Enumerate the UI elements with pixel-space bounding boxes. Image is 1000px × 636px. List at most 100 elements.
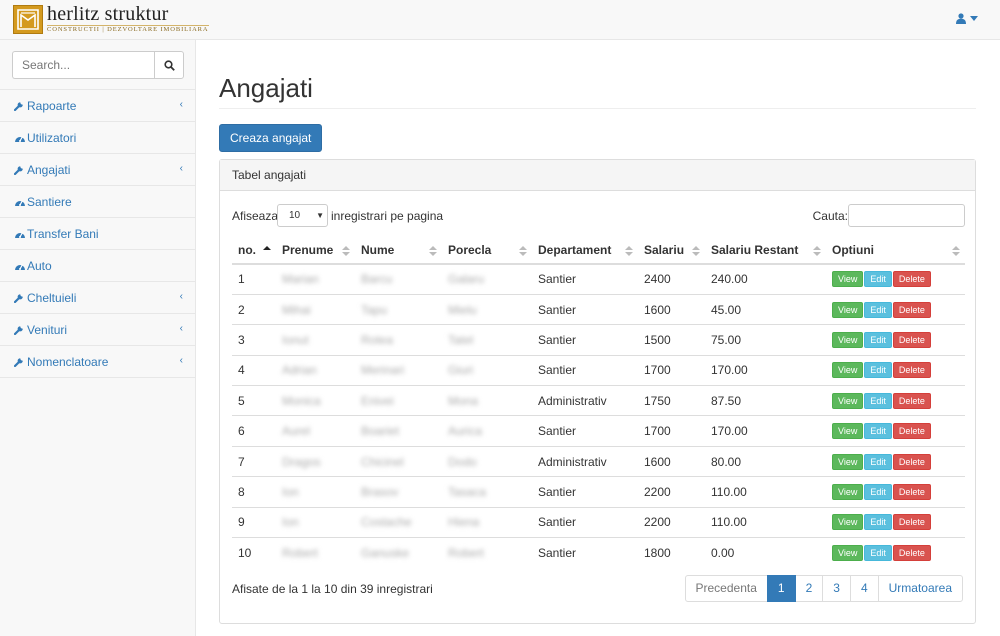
table-row: 10 Robert Ganuske Robert Santier 1800 0.00 View…: [232, 537, 965, 568]
column-header-4[interactable]: Departament: [532, 237, 638, 265]
cell-nume-value: Costache: [361, 515, 412, 530]
view-button[interactable]: View: [832, 483, 864, 500]
cell-nume-value: Merinari: [361, 363, 405, 378]
pagination-page-1[interactable]: 1: [766, 575, 796, 602]
edit-button[interactable]: Edit: [864, 483, 892, 500]
cell-actions: View Edit Delete: [826, 537, 965, 568]
cell-porecla: Mielu: [442, 293, 532, 325]
cell-salariu: 1750: [638, 385, 705, 416]
pagination: Precedenta 1 2 3 4 Urmatoarea: [684, 575, 963, 602]
length-suffix: inregistrari pe pagina: [331, 209, 444, 223]
view-button[interactable]: View: [832, 362, 864, 379]
cell-salariu: 2200: [638, 506, 705, 538]
edit-button[interactable]: Edit: [864, 423, 892, 440]
cell-salariu-restant: 0.00: [705, 537, 826, 568]
edit-button[interactable]: Edit: [864, 453, 892, 470]
pagination-page-2[interactable]: 2: [794, 575, 824, 602]
delete-button[interactable]: Delete: [892, 392, 931, 409]
column-header-7[interactable]: Optiuni: [826, 237, 965, 265]
column-header-0[interactable]: no.: [232, 237, 276, 265]
employees-table: no. Prenume Nume Porecla Departament Salariu S…: [232, 237, 965, 568]
sidebar-item-utilizatori[interactable]: Utilizatori: [0, 122, 195, 154]
sidebar-item-auto[interactable]: Auto: [0, 250, 195, 282]
delete-button[interactable]: Delete: [892, 362, 931, 379]
cell-salariu: 2400: [644, 272, 671, 287]
cell-salariu-restant: 110.00: [705, 476, 826, 508]
cell-prenume: Ionut: [276, 324, 355, 356]
view-button[interactable]: View: [832, 331, 864, 348]
employees-panel: Tabel angajati Afiseaza 10 ▼ inregistrar…: [219, 159, 976, 624]
top-navbar: herlitz struktur CONSTRUCTII | DEZVOLTAR…: [0, 0, 1000, 40]
edit-button[interactable]: Edit: [864, 392, 892, 409]
sidebar-item-angajati[interactable]: Angajati ‹: [0, 154, 195, 186]
cell-porecla-value: Tatel: [448, 332, 474, 347]
view-button[interactable]: View: [832, 301, 864, 318]
pagination-next[interactable]: Urmatoarea: [877, 575, 963, 602]
column-header-6[interactable]: Salariu Restant: [705, 237, 826, 265]
delete-button[interactable]: Delete: [892, 271, 931, 288]
user-menu-dropdown[interactable]: [956, 13, 978, 24]
create-employee-button[interactable]: Creaza angajat: [219, 124, 323, 152]
view-button[interactable]: View: [832, 544, 864, 561]
delete-button[interactable]: Delete: [892, 423, 931, 440]
sidebar-search-input[interactable]: [12, 51, 154, 79]
chevron-left-icon: ‹: [179, 99, 183, 110]
sidebar-item-rapoarte[interactable]: Rapoarte ‹: [0, 90, 195, 122]
sidebar-search-button[interactable]: [154, 51, 184, 79]
page-length-select[interactable]: 10 ▼: [277, 204, 328, 227]
cell-nume: Brasov: [355, 476, 442, 508]
view-button[interactable]: View: [832, 423, 864, 440]
brand-logo[interactable]: herlitz struktur CONSTRUCTII | DEZVOLTAR…: [13, 4, 209, 34]
cell-prenume-value: Aurel: [282, 424, 311, 439]
column-header-3[interactable]: Porecla: [442, 237, 532, 265]
delete-button[interactable]: Delete: [892, 514, 931, 531]
chevron-left-icon: ‹: [179, 163, 183, 174]
sidebar-item-cheltuieli[interactable]: Cheltuieli ‹: [0, 282, 195, 314]
view-button[interactable]: View: [832, 453, 864, 470]
cell-prenume: Aurel: [276, 415, 355, 447]
column-header-5[interactable]: Salariu: [638, 237, 705, 265]
delete-button[interactable]: Delete: [892, 453, 931, 470]
cell-nume: Barcu: [355, 264, 442, 294]
edit-button[interactable]: Edit: [864, 514, 892, 531]
delete-button[interactable]: Delete: [892, 483, 931, 500]
cell-porecla-value: Tasaca: [448, 484, 487, 499]
pagination-page-3[interactable]: 3: [822, 575, 851, 602]
cell-salariu-restant: 240.00: [711, 272, 748, 287]
edit-button[interactable]: Edit: [864, 362, 892, 379]
cell-nume-value: Brasov: [361, 484, 399, 499]
cell-prenume-value: Robert: [282, 545, 319, 560]
edit-button[interactable]: Edit: [864, 331, 892, 348]
delete-button[interactable]: Delete: [892, 544, 931, 561]
cell-salariu-restant: 75.00: [705, 324, 826, 356]
cell-actions: View Edit Delete: [826, 264, 965, 294]
edit-button[interactable]: Edit: [864, 544, 892, 561]
panel-title: Tabel angajati: [220, 160, 975, 191]
view-button[interactable]: View: [832, 271, 864, 288]
delete-button[interactable]: Delete: [892, 331, 931, 348]
edit-button[interactable]: Edit: [864, 301, 892, 318]
cell-departament: Santier: [532, 324, 638, 356]
dashboard-icon: [14, 197, 26, 207]
sidebar-item-label: Utilizatori: [27, 130, 77, 145]
search-icon: [163, 59, 175, 71]
cell-actions: View Edit Delete: [826, 476, 965, 508]
column-header-2[interactable]: Nume: [355, 237, 442, 265]
table-info: Afisate de la 1 la 10 din 39 inregistrar…: [232, 582, 433, 596]
cell-nume: Rotea: [355, 324, 442, 356]
sidebar-item-santiere[interactable]: Santiere: [0, 186, 195, 218]
pagination-prev[interactable]: Precedenta: [684, 575, 768, 602]
cell-salariu: 1600: [638, 445, 705, 477]
logo-mark-icon: [13, 5, 43, 34]
table-search-input[interactable]: [848, 204, 965, 227]
column-header-1[interactable]: Prenume: [276, 237, 355, 265]
view-button[interactable]: View: [832, 514, 864, 531]
table-row: 6 Aurel Boariet Aurica Santier 1700 170.00 View…: [232, 415, 965, 447]
view-button[interactable]: View: [832, 392, 864, 409]
sidebar-item-transfer-bani[interactable]: Transfer Bani: [0, 218, 195, 250]
delete-button[interactable]: Delete: [892, 301, 931, 318]
edit-button[interactable]: Edit: [864, 271, 892, 288]
sidebar-item-venituri[interactable]: Venituri ‹: [0, 314, 195, 346]
pagination-page-4[interactable]: 4: [849, 575, 879, 602]
sidebar-item-nomenclatoare[interactable]: Nomenclatoare ‹: [0, 346, 195, 378]
